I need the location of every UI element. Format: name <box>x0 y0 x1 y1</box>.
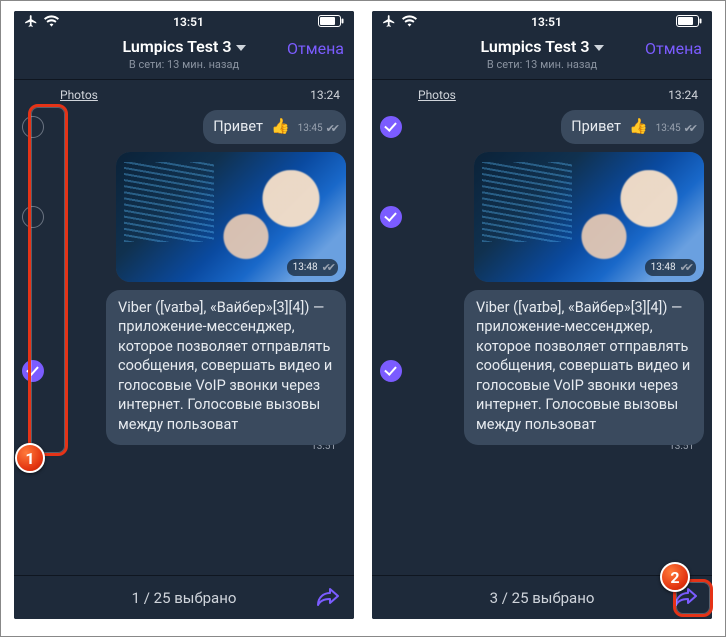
chat-subtitle: В сети: 13 мин. назад <box>84 58 284 71</box>
double-check-icon: ✔✔ <box>684 122 694 135</box>
chevron-down-icon <box>594 37 604 56</box>
chat-title[interactable]: Lumpics Test 3 <box>481 37 604 56</box>
select-circle[interactable] <box>380 360 402 382</box>
thumbs-up-icon: 👍 <box>629 117 648 135</box>
message-image-bubble: 13:48 ✔✔ <box>474 152 704 282</box>
message-row[interactable]: Viber ([vaɪbə], «Вайбер»[3][4]) — прилож… <box>380 290 704 452</box>
phone-right: 13:51 Lumpics Test 3 В сети: 13 мин. наз… <box>372 11 712 619</box>
message-text: Привет <box>213 117 263 137</box>
photos-time: 13:24 <box>310 88 340 102</box>
message-time: 13:48 ✔✔ <box>645 259 696 276</box>
message-time: 13:45 ✔✔ <box>656 122 694 135</box>
photos-label[interactable]: Photos <box>418 88 456 102</box>
chat-header: Lumpics Test 3 В сети: 13 мин. назад Отм… <box>14 33 354 80</box>
message-bubble: Привет 👍 13:45 ✔✔ <box>561 110 704 144</box>
chat-title-text: Lumpics Test 3 <box>123 37 232 56</box>
status-bar: 13:51 <box>372 11 712 33</box>
battery-icon <box>676 15 702 30</box>
select-circle[interactable] <box>380 116 402 138</box>
select-circle[interactable] <box>22 360 44 382</box>
selection-count: 1 / 25 выбрано <box>132 589 237 607</box>
battery-icon <box>318 15 344 30</box>
double-check-icon: ✔✔ <box>326 122 336 135</box>
phone-left: 13:51 Lumpics Test 3 В сети: 13 мин. наз… <box>14 11 354 619</box>
cancel-button[interactable]: Отмена <box>284 37 344 58</box>
photos-divider: Photos 13:24 <box>380 86 704 110</box>
chat-subtitle: В сети: 13 мин. назад <box>442 58 642 71</box>
message-text: Привет <box>571 117 621 137</box>
message-time: 13:48 ✔✔ <box>287 259 338 276</box>
message-time: 13:45 ✔✔ <box>298 122 336 135</box>
message-row[interactable]: 13:48 ✔✔ <box>380 152 704 282</box>
wifi-icon <box>44 15 59 30</box>
cancel-button[interactable]: Отмена <box>642 37 702 58</box>
message-text: Viber ([vaɪbə], «Вайбер»[3][4]) — прилож… <box>118 298 334 435</box>
select-circle[interactable] <box>380 206 402 228</box>
message-row[interactable]: Viber ([vaɪbə], «Вайбер»[3][4]) — прилож… <box>22 290 346 452</box>
selection-footer: 1 / 25 выбрано <box>14 575 354 619</box>
photos-time: 13:24 <box>668 88 698 102</box>
photos-divider: Photos 13:24 <box>22 86 346 110</box>
airplane-mode-icon <box>24 14 38 31</box>
message-text: Viber ([vaɪbə], «Вайбер»[3][4]) — прилож… <box>476 298 692 435</box>
status-time: 13:51 <box>173 15 204 29</box>
message-bubble: Viber ([vaɪbə], «Вайбер»[3][4]) — прилож… <box>106 290 346 445</box>
status-bar: 13:51 <box>14 11 354 33</box>
forward-button[interactable] <box>674 586 698 610</box>
chat-title[interactable]: Lumpics Test 3 <box>123 37 246 56</box>
message-bubble: Viber ([vaɪbə], «Вайбер»[3][4]) — прилож… <box>464 290 704 445</box>
photos-label[interactable]: Photos <box>60 88 98 102</box>
message-row[interactable]: Привет 👍 13:45 ✔✔ <box>380 110 704 144</box>
thumbs-up-icon: 👍 <box>271 117 290 135</box>
chat-title-text: Lumpics Test 3 <box>481 37 590 56</box>
status-time: 13:51 <box>531 15 562 29</box>
message-image-bubble: 13:48 ✔✔ <box>116 152 346 282</box>
selection-footer: 3 / 25 выбрано <box>372 575 712 619</box>
chat-header: Lumpics Test 3 В сети: 13 мин. назад Отм… <box>372 33 712 80</box>
messages-area: Photos 13:24 Привет 👍 13:45 ✔✔ <box>372 80 712 600</box>
wifi-icon <box>402 15 417 30</box>
messages-area: Photos 13:24 Привет 👍 13:45 ✔✔ <box>14 80 354 600</box>
select-circle[interactable] <box>22 116 44 138</box>
select-circle[interactable] <box>22 206 44 228</box>
message-row[interactable]: 13:48 ✔✔ <box>22 152 346 282</box>
selection-count: 3 / 25 выбрано <box>490 589 595 607</box>
double-check-icon: ✔✔ <box>680 261 690 274</box>
forward-button[interactable] <box>316 586 340 610</box>
airplane-mode-icon <box>382 14 396 31</box>
message-bubble: Привет 👍 13:45 ✔✔ <box>203 110 346 144</box>
message-row[interactable]: Привет 👍 13:45 ✔✔ <box>22 110 346 144</box>
chevron-down-icon <box>236 37 246 56</box>
double-check-icon: ✔✔ <box>322 261 332 274</box>
